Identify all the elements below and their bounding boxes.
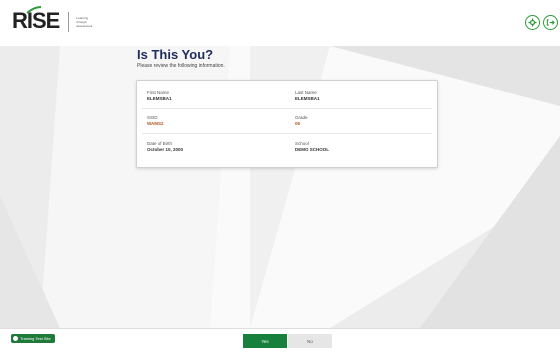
page-subtitle: Please review the following information. (137, 63, 225, 69)
school-value: DEMO SCHOOL (295, 147, 330, 152)
page-title: Is This You? (137, 47, 214, 62)
last-name-field: Last Name ELEMSBA1 (295, 90, 320, 102)
logout-icon[interactable] (543, 15, 558, 30)
footer-bar: Training Test Site Yes No (0, 328, 560, 354)
main-content: Is This You? Please review the following… (137, 47, 225, 70)
grade-value: 05 (295, 121, 301, 126)
dob-field: Date of Birth October 10, 2000 (147, 141, 183, 153)
last-name-value: ELEMSBA1 (295, 96, 320, 101)
training-label: Training Test Site (20, 336, 51, 341)
rise-logo: RISE Learning through assessment (12, 6, 93, 33)
yes-button[interactable]: Yes (243, 334, 287, 348)
training-site-badge: Training Test Site (11, 334, 55, 343)
logo-tagline: Learning through assessment (76, 15, 93, 28)
dob-value: October 10, 2000 (147, 147, 184, 152)
top-header: RISE Learning through assessment (0, 0, 560, 46)
card-divider (142, 133, 432, 134)
first-name-value: ELEMSBA1 (147, 96, 172, 101)
grade-field: Grade 05 (295, 115, 308, 127)
card-divider (142, 108, 432, 109)
student-info-card: First Name ELEMSBA1 Last Name ELEMSBA1 S… (136, 80, 438, 168)
logo-divider (68, 11, 70, 32)
school-field: School DEMO SCHOOL (295, 141, 329, 153)
ssid-field: SSID WAMS2 (147, 115, 164, 127)
settings-icon[interactable] (525, 15, 540, 30)
logo-swoosh-icon (26, 6, 42, 14)
first-name-field: First Name ELEMSBA1 (147, 90, 172, 102)
ssid-value: WAMS2 (147, 121, 164, 126)
no-button[interactable]: No (288, 334, 332, 348)
training-icon (13, 336, 18, 341)
